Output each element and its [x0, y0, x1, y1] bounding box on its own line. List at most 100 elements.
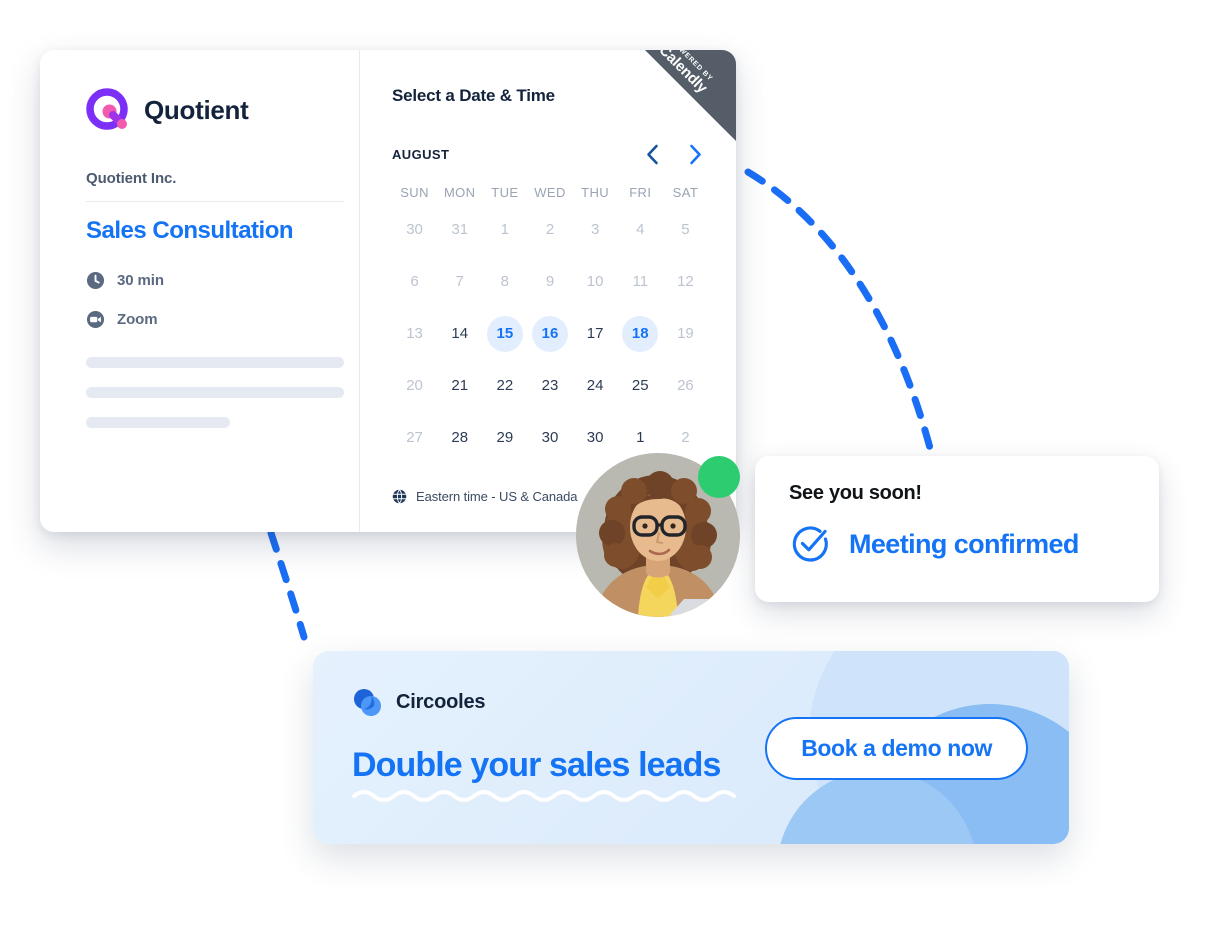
calendar-day-1: 1 — [487, 212, 523, 248]
arrow-path-right — [744, 168, 934, 452]
banner-brand-name: Circooles — [396, 691, 486, 713]
book-demo-button[interactable]: Book a demo now — [765, 717, 1028, 780]
calendar-day-5: 5 — [667, 212, 703, 248]
calendar-day-27: 27 — [397, 420, 433, 456]
calendar-day-cell: 5 — [663, 207, 708, 252]
promo-banner: Circooles Double your sales leads Book a… — [313, 651, 1069, 844]
calendar-day-30: 30 — [397, 212, 433, 248]
confirmation-kicker: See you soon! — [789, 482, 922, 504]
calendar-day-cell: 28 — [437, 415, 482, 460]
calendar-day-6: 6 — [397, 264, 433, 300]
location-label: Zoom — [117, 311, 158, 328]
calendar-day-18[interactable]: 18 — [622, 315, 659, 352]
calendar-day-cell: 9 — [527, 259, 572, 304]
calendar-day-cell: 25 — [618, 363, 663, 408]
calendar-day-13: 13 — [397, 316, 433, 352]
event-title: Sales Consultation — [86, 217, 294, 244]
calendar-nav — [646, 144, 702, 165]
banner-headline: Double your sales leads — [352, 746, 721, 784]
calendar-day-cell: 1 — [482, 207, 527, 252]
calendar-day-cell: 19 — [663, 311, 708, 356]
chevron-left-icon — [647, 144, 658, 165]
calendar-day-cell: 10 — [573, 259, 618, 304]
calendar-day-cell: 26 — [663, 363, 708, 408]
calendar-day-30: 30 — [577, 420, 613, 456]
calendar-day-2: 2 — [532, 212, 568, 248]
location-row: Zoom — [86, 310, 359, 329]
calendar-day-cell: 20 — [392, 363, 437, 408]
check-circle-icon — [792, 526, 828, 562]
next-month-button[interactable] — [689, 144, 702, 165]
weekday-label-sat: SAT — [672, 185, 699, 200]
calendar-day-cell: 31 — [437, 207, 482, 252]
brand-row: Quotient — [86, 88, 359, 132]
quotient-logo-icon — [86, 88, 128, 130]
calendar-day-24: 24 — [577, 368, 613, 404]
confirmation-card: See you soon! Meeting confirmed — [755, 456, 1159, 602]
calendar-day-3: 3 — [577, 212, 613, 248]
calendar-day-4: 4 — [622, 212, 658, 248]
timezone-label: Eastern time - US & Canada — [416, 489, 578, 504]
calendar-day-7: 7 — [442, 264, 478, 300]
description-placeholder — [86, 357, 344, 428]
calendar-day-11: 11 — [622, 264, 658, 300]
calendar-day-31: 31 — [442, 212, 478, 248]
calendar-day-cell: 13 — [392, 311, 437, 356]
calendar-day-cell: 30 — [527, 415, 572, 460]
prev-month-button[interactable] — [646, 144, 659, 165]
decorative-blob — [777, 770, 977, 844]
skeleton-line — [86, 387, 344, 398]
calendar-day-cell: 2 — [527, 207, 572, 252]
wavy-underline-icon — [352, 790, 736, 802]
event-details-panel: Quotient Quotient Inc. Sales Consultatio… — [40, 50, 360, 532]
weekday-label-tue: TUE — [491, 185, 519, 200]
skeleton-line — [86, 357, 344, 368]
calendar-day-14: 14 — [442, 316, 478, 352]
page-title: Select a Date & Time — [392, 86, 555, 105]
calendar-day-cell: 6 — [392, 259, 437, 304]
calendar-day-19: 19 — [667, 316, 703, 352]
weekday-header-row: SUN MON TUE WED THU FRI SAT — [392, 185, 708, 200]
weekday-label-thu: THU — [581, 185, 610, 200]
calendar-day-10: 10 — [577, 264, 613, 300]
calendar-week-row: 13 14 15 16 17 18 19 — [392, 311, 708, 356]
calendar-day-cell: 17 — [573, 311, 618, 356]
calendar-day-20: 20 — [397, 368, 433, 404]
timezone-selector[interactable]: Eastern time - US & Canada ▾ — [392, 489, 591, 504]
calendar-day-cell: 3 — [573, 207, 618, 252]
globe-icon — [392, 489, 407, 504]
calendar-day-16[interactable]: 16 — [531, 315, 568, 352]
composition-stage: Quotient Quotient Inc. Sales Consultatio… — [0, 0, 1220, 936]
calendar-day-cell: 15 — [482, 311, 527, 356]
calendar-grid: 30 31 1 2 3 4 5 6 7 8 9 10 11 12 13 14 15 16 17 18 19 20 21 22 2… — [392, 207, 708, 460]
calendar-week-row: 20 21 22 23 24 25 26 — [392, 363, 708, 408]
calendar-day-12: 12 — [667, 264, 703, 300]
calendar-day-9: 9 — [532, 264, 568, 300]
calendar-day-25: 25 — [622, 368, 658, 404]
duration-label: 30 min — [117, 272, 164, 289]
confirmation-row: Meeting confirmed — [789, 523, 1159, 566]
calendar-day-cell: 21 — [437, 363, 482, 408]
calendar-day-21: 21 — [442, 368, 478, 404]
calendar-header: AUGUST — [392, 144, 708, 165]
calendar-day-cell: 22 — [482, 363, 527, 408]
calendar-day-cell: 14 — [437, 311, 482, 356]
organization-name: Quotient Inc. — [86, 170, 344, 202]
calendar-day-1: 1 — [622, 420, 658, 456]
duration-row: 30 min — [86, 271, 359, 290]
confirmation-message: Meeting confirmed — [849, 529, 1079, 559]
calendar-day-cell: 8 — [482, 259, 527, 304]
calendar-day-17: 17 — [577, 316, 613, 352]
calendar-month-label: AUGUST — [392, 147, 450, 162]
weekday-label-mon: MON — [443, 185, 476, 200]
calendar-day-cell: 4 — [618, 207, 663, 252]
weekday-label-sun: SUN — [400, 185, 429, 200]
calendar-day-cell: 30 — [392, 207, 437, 252]
calendar-day-15[interactable]: 15 — [486, 315, 523, 352]
calendar-day-cell: 11 — [618, 259, 663, 304]
calendar-day-30: 30 — [532, 420, 568, 456]
calendar-day-cell: 16 — [527, 311, 572, 356]
online-status-dot — [698, 456, 740, 498]
calendar-day-8: 8 — [487, 264, 523, 300]
calendar-day-cell: 18 — [618, 311, 663, 356]
